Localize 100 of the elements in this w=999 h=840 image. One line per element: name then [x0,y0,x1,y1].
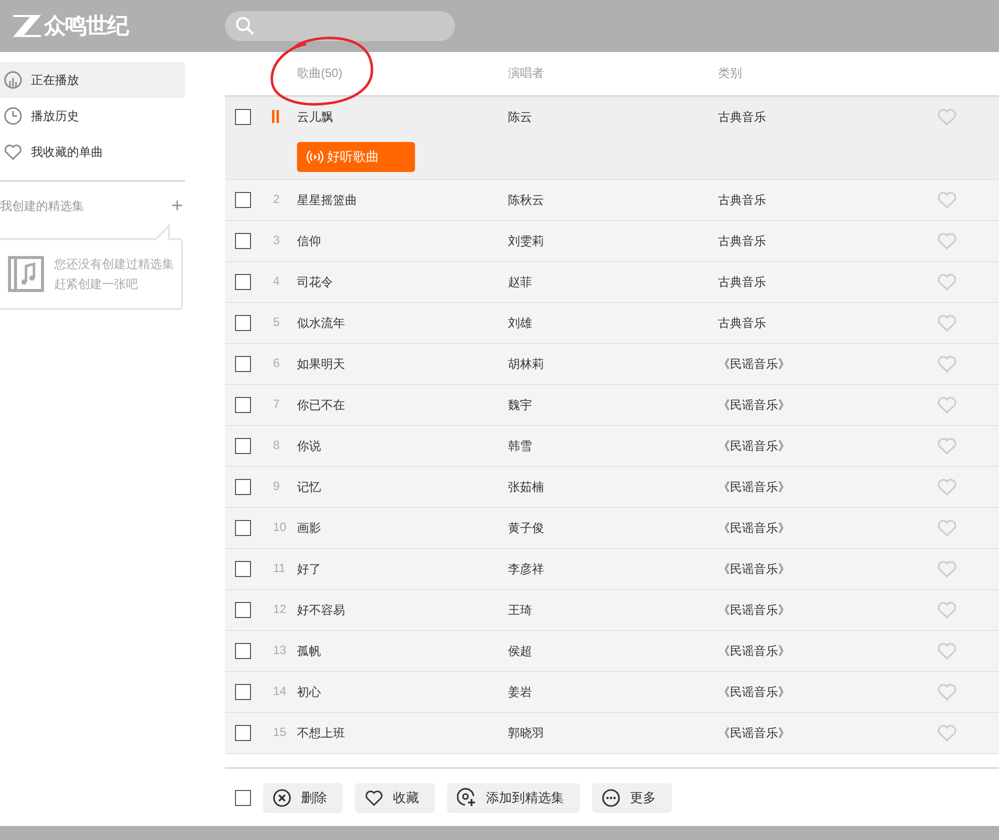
song-title: 司花令 [297,274,334,291]
artist-name: 姜岩 [508,684,533,701]
category-text: 《民谣音乐》 [718,643,791,660]
category-text: 古典音乐 [718,233,767,250]
song-title: 你已不在 [297,397,346,414]
song-row[interactable]: 7 你已不在 魏宇 《民谣音乐》 [225,385,999,426]
song-title: 云儿飘 [297,109,334,126]
song-row[interactable]: 12 好不容易 王琦 《民谣音乐》 [225,590,999,631]
artist-name: 张茹楠 [508,479,545,496]
artist-name: 韩雪 [508,438,533,455]
checkbox[interactable] [235,233,251,249]
checkbox[interactable] [235,725,251,741]
song-row[interactable]: 15 不想上班 郭晓羽 《民谣音乐》 [225,713,999,754]
artist-name: 陈云 [508,109,533,126]
category-text: 《民谣音乐》 [718,397,791,414]
song-row[interactable]: 9 记忆 张茹楠 《民谣音乐》 [225,467,999,508]
song-row[interactable]: 6 如果明天 胡林莉 《民谣音乐》 [225,344,999,385]
category-text: 古典音乐 [718,192,767,209]
track-number: 11 [272,561,286,575]
song-title: 你说 [297,438,322,455]
song-row[interactable]: 3 信仰 刘雯莉 古典音乐 [225,221,999,262]
song-title: 初心 [297,684,322,701]
song-row[interactable]: 13 孤帆 侯超 《民谣音乐》 [225,631,999,672]
artist-name: 黄子俊 [508,520,545,537]
broadcast-icon [306,149,324,165]
sidebar-item[interactable]: 播放历史 [0,98,185,134]
song-title: 记忆 [297,479,322,496]
disc-plus-icon [457,788,476,807]
close-circle-icon [273,788,291,806]
checkbox[interactable] [235,643,251,659]
song-row[interactable]: 2 星星摇篮曲 陈秋云 古典音乐 [225,180,999,221]
category-text: 《民谣音乐》 [718,438,791,455]
checkbox[interactable] [235,397,251,413]
heart-icon [365,790,383,806]
track-number: 15 [272,725,288,739]
checkbox[interactable] [235,192,251,208]
song-row[interactable]: 5 似水流年 刘雄 古典音乐 [225,303,999,344]
action-button[interactable]: 添加到精选集 [447,782,580,812]
action-button[interactable]: 更多 [592,782,672,812]
checkbox[interactable] [235,602,251,618]
artist-name: 郭晓羽 [508,725,545,742]
song-title: 如果明天 [297,356,346,373]
search-field[interactable] [225,11,455,41]
category-text: 《民谣音乐》 [718,520,791,537]
track-number: 2 [272,192,281,206]
track-number: 6 [272,356,281,370]
empty-hint-text: 您还没有创建过精选集 [54,256,174,272]
song-row[interactable]: 4 司花令 赵菲 古典音乐 [225,262,999,303]
section-title: 我创建的精选集 [0,198,84,214]
artist-name: 刘雯莉 [508,233,545,250]
category-text: 《民谣音乐》 [718,356,791,373]
track-number: 4 [272,274,281,288]
checkbox[interactable] [235,479,251,495]
song-title: 好了 [297,561,322,578]
checkbox[interactable] [235,520,251,536]
song-title: 似水流年 [297,315,346,332]
artist-name: 李彦祥 [508,561,545,578]
song-title: 不想上班 [297,725,346,742]
song-title: 星星摇篮曲 [297,192,358,209]
equalizer-circle-icon [4,71,22,89]
artist-name: 胡林莉 [508,356,545,373]
category-text: 《民谣音乐》 [718,479,791,496]
artist-name: 刘雄 [508,315,533,332]
song-row[interactable]: 14 初心 姜岩 《民谣音乐》 [225,672,999,713]
song-title: 好不容易 [297,602,346,619]
sidebar-item[interactable]: 正在播放 [0,62,185,98]
checkbox[interactable] [235,438,251,454]
category-text: 《民谣音乐》 [718,602,791,619]
more-icon [602,788,620,806]
song-title: 画影 [297,520,322,537]
checkbox[interactable] [235,561,251,577]
logo-text: 众鸣世纪 [44,12,128,40]
checkbox[interactable] [235,315,251,331]
empty-hint-text: 赶紧创建一张吧 [54,276,139,292]
track-number: 10 [272,520,288,534]
track-number: 9 [272,479,281,493]
artist-name: 魏宇 [508,397,533,414]
action-button[interactable]: 收藏 [355,782,435,812]
artist-name: 王琦 [508,602,533,619]
track-number: 8 [272,438,281,452]
track-number: 3 [272,233,281,247]
action-button[interactable]: 删除 [263,782,343,812]
song-row[interactable]: 11 好了 李彦祥 《民谣音乐》 [225,549,999,590]
song-row[interactable]: 8 你说 韩雪 《民谣音乐》 [225,426,999,467]
checkbox[interactable] [235,790,251,806]
song-title: 信仰 [297,233,322,250]
song-title: 孤帆 [297,643,322,660]
checkbox[interactable] [235,274,251,290]
category-text: 《民谣音乐》 [718,561,791,578]
heart-icon [4,144,22,160]
category-text: 古典音乐 [718,109,767,126]
song-row[interactable]: 云儿飘 好听歌曲 陈云 古典音乐 [225,97,999,180]
search-icon [235,16,255,36]
song-row[interactable]: 10 画影 黄子俊 《民谣音乐》 [225,508,999,549]
category-text: 《民谣音乐》 [718,725,791,742]
track-number: 12 [272,602,288,616]
checkbox[interactable] [235,684,251,700]
checkbox[interactable] [235,356,251,372]
checkbox[interactable] [235,109,251,125]
sidebar-item[interactable]: 我收藏的单曲 [0,134,185,170]
